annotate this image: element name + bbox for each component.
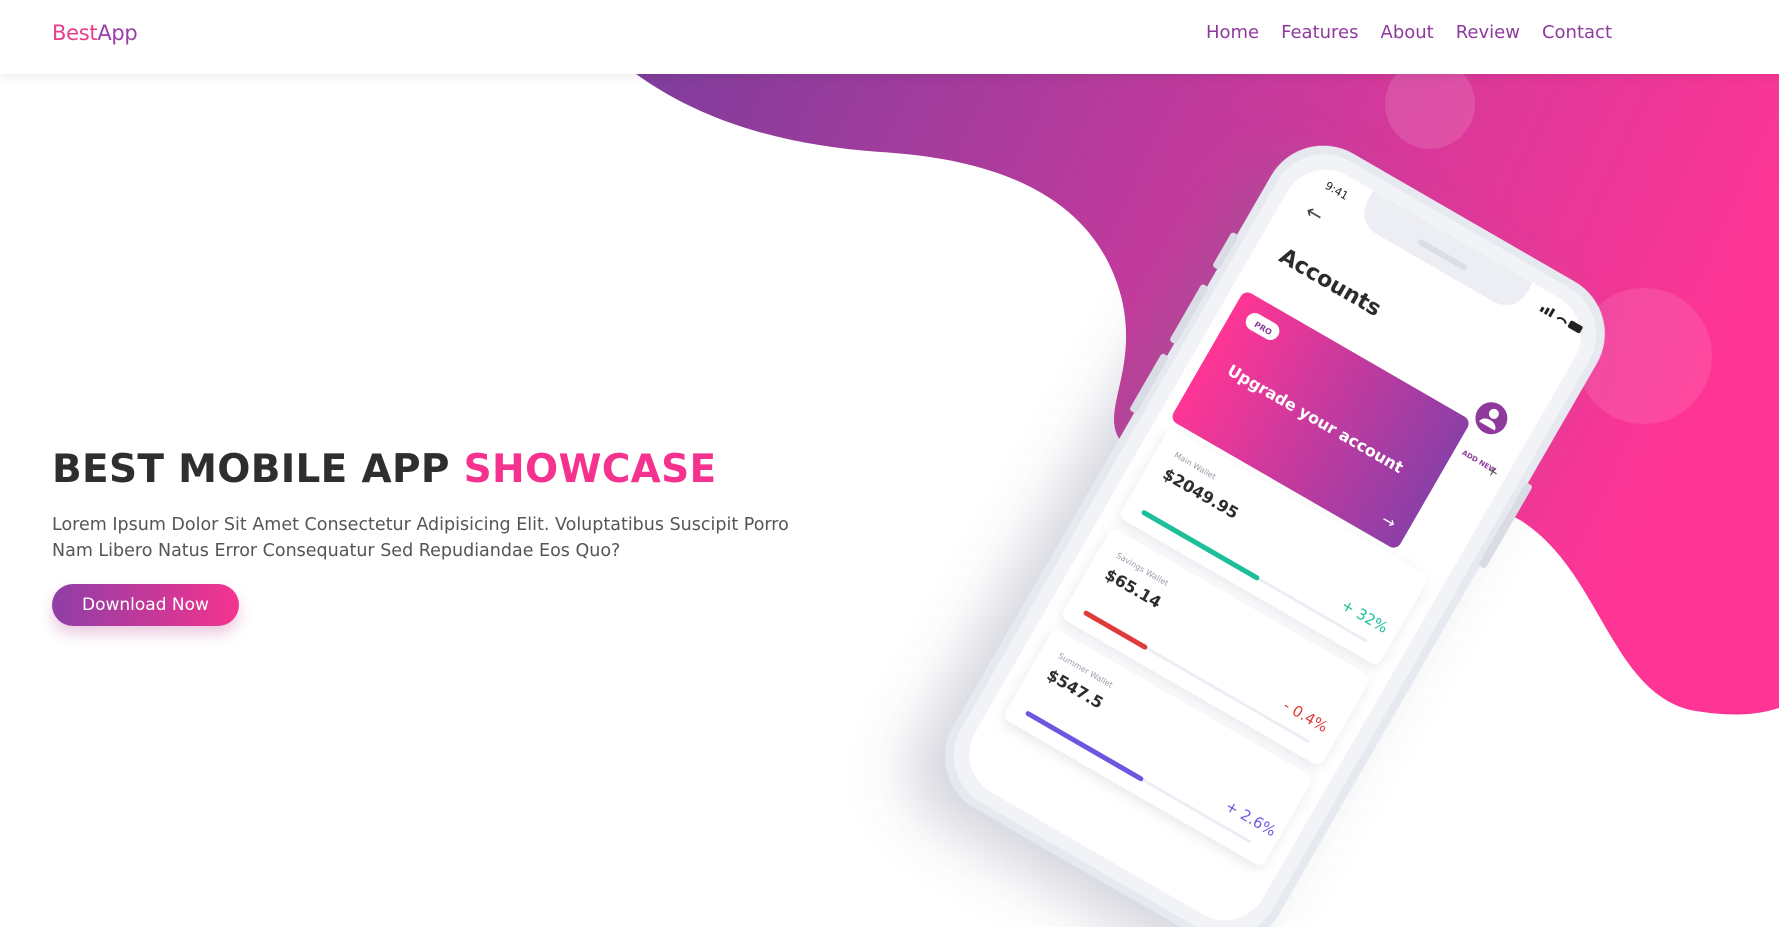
hero-section: BEST MOBILE APP SHOWCASE Lorem Ipsum Dol… <box>52 447 832 626</box>
brand-part-1: Best <box>52 21 98 45</box>
hero-description: Lorem Ipsum Dolor Sit Amet Consectetur A… <box>52 515 789 561</box>
nav-link-review[interactable]: Review <box>1456 22 1520 43</box>
nav-link-home[interactable]: Home <box>1206 22 1259 43</box>
navbar: BestApp Home Features About Review Conta… <box>0 0 1779 74</box>
nav-link-features[interactable]: Features <box>1281 22 1358 43</box>
hero-title: BEST MOBILE APP SHOWCASE <box>52 447 832 492</box>
hero-title-highlight: SHOWCASE <box>463 447 717 492</box>
brand-logo[interactable]: BestApp <box>52 21 138 45</box>
hero-title-main: BEST MOBILE APP <box>52 447 450 492</box>
nav-links: Home Features About Review Contact <box>1206 22 1612 43</box>
brand-part-2: App <box>97 21 138 45</box>
nav-link-about[interactable]: About <box>1381 22 1434 43</box>
download-now-button[interactable]: Download Now <box>52 584 239 626</box>
nav-link-contact[interactable]: Contact <box>1542 22 1612 43</box>
